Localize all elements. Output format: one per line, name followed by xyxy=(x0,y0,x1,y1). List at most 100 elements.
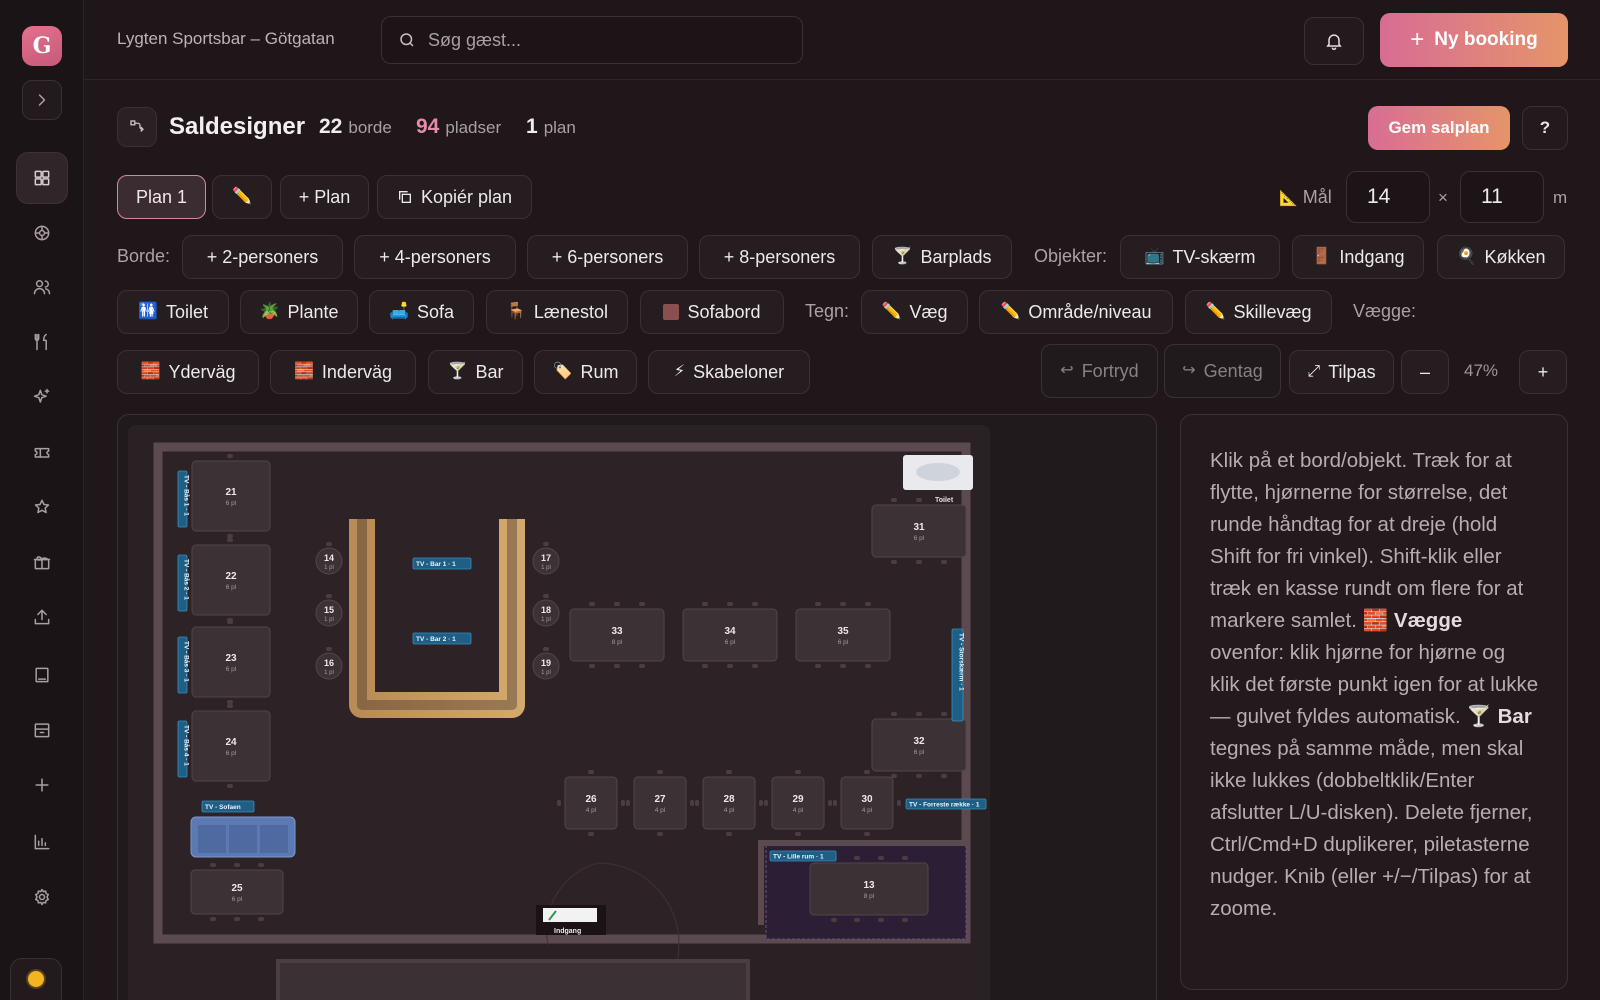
chair xyxy=(864,832,870,836)
table-34[interactable]: 34 6 pl xyxy=(682,602,778,668)
sidebar-item-reviews[interactable] xyxy=(22,487,62,527)
designer-icon-badge xyxy=(117,107,157,147)
table-seats: 1 pl xyxy=(541,670,551,676)
chair xyxy=(854,918,860,922)
zoom-out-button[interactable]: – xyxy=(1401,350,1449,394)
topbar: Lygten Sportsbar – Götgatan + Ny booking xyxy=(84,0,1600,80)
plus-icon: + xyxy=(1410,26,1425,53)
chair xyxy=(815,602,821,606)
cooking-icon: 🍳 xyxy=(1456,248,1477,265)
height-input[interactable]: 11 xyxy=(1460,171,1544,223)
tv-label: TV - Bås 1 · 1 xyxy=(183,475,191,516)
add-coffee-table-button[interactable]: Sofabord xyxy=(640,290,784,334)
sidebar-item-dashboard[interactable] xyxy=(22,213,62,253)
table-24[interactable]: 24 6 pl xyxy=(191,704,271,788)
table-13[interactable]: 13 8 pl xyxy=(809,856,929,922)
sidebar-item-export[interactable] xyxy=(22,597,62,637)
add-armchair-button[interactable]: 🪑 Lænestol xyxy=(486,290,628,334)
add-barseat-button[interactable]: 🍸 Barplads xyxy=(872,235,1012,279)
brick-icon: 🧱 xyxy=(1362,609,1394,632)
add-tv-button[interactable]: 📺 TV-skærm xyxy=(1120,235,1280,279)
entrance-object[interactable]: Indgang xyxy=(536,905,606,935)
tab-plan-1[interactable]: Plan 1 xyxy=(117,175,206,219)
add-plant-button[interactable]: 🪴 Plante xyxy=(240,290,358,334)
table-33[interactable]: 33 8 pl xyxy=(569,602,665,668)
help-walls-bold: Vægge xyxy=(1393,609,1463,632)
save-floorplan-button[interactable]: Gem salplan xyxy=(1368,106,1510,150)
tv-sofa[interactable]: TV - Sofaen xyxy=(201,800,255,813)
table-22[interactable]: 22 6 pl xyxy=(191,538,271,622)
templates-button[interactable]: ⚡ Skabeloner xyxy=(648,350,810,394)
outer-wall-button[interactable]: 🧱 Yderväg xyxy=(117,350,259,394)
route-icon xyxy=(130,120,144,132)
table-28[interactable]: 28 4 pl xyxy=(695,770,763,836)
help-button[interactable]: ? xyxy=(1522,106,1568,150)
help-bar-bold: Bar xyxy=(1497,705,1532,728)
guest-search[interactable] xyxy=(381,16,803,64)
notifications-button[interactable] xyxy=(1304,17,1364,65)
draw-divider-button[interactable]: ✏️ Skillevæg xyxy=(1185,290,1332,334)
expand-sidebar-button[interactable] xyxy=(22,80,62,120)
add-8-person-table-button[interactable]: + 8-personers xyxy=(699,235,860,279)
room-button[interactable]: 🏷️ Rum xyxy=(534,350,637,394)
sidebar-item-add[interactable] xyxy=(22,765,62,805)
redo-button[interactable]: ↪ Gentag xyxy=(1164,344,1281,398)
table-29[interactable]: 29 4 pl xyxy=(764,770,832,836)
fit-button[interactable]: ⤢ Tilpas xyxy=(1289,350,1394,394)
sidebar-item-menu[interactable] xyxy=(22,322,62,362)
tv-bar1[interactable]: TV - Bar 1 · 1 xyxy=(412,557,472,570)
sidebar: G xyxy=(0,0,84,1000)
search-input[interactable] xyxy=(428,29,768,51)
sidebar-item-settings[interactable] xyxy=(22,877,62,917)
tv-small_room[interactable]: TV - Lille rum · 1 xyxy=(769,850,837,862)
tv-front[interactable]: TV - Forreste række · 1 xyxy=(905,798,987,810)
undo-button[interactable]: ↩ Fortryd xyxy=(1041,344,1158,398)
sidebar-item-tickets[interactable] xyxy=(22,432,62,472)
table-26[interactable]: 26 4 pl xyxy=(557,770,625,836)
draw-wall-button[interactable]: ✏️ Væg xyxy=(861,290,968,334)
add-6-person-table-button[interactable]: + 6-personers xyxy=(527,235,688,279)
inner-wall-button[interactable]: 🧱 Inderväg xyxy=(270,350,416,394)
rename-plan-button[interactable]: ✏️ xyxy=(212,175,272,219)
add-4-person-table-button[interactable]: + 4-personers xyxy=(354,235,516,279)
sidebar-item-stats[interactable] xyxy=(22,822,62,862)
theme-toggle-button[interactable] xyxy=(10,958,62,1000)
zoom-in-button[interactable]: + xyxy=(1519,350,1567,394)
sofa-object[interactable] xyxy=(190,816,296,858)
table-30[interactable]: 30 4 pl xyxy=(833,770,901,836)
add-toilet-button[interactable]: 🚻 Toilet xyxy=(117,290,229,334)
sidebar-item-guests[interactable] xyxy=(22,267,62,307)
table-32[interactable]: 32 6 pl xyxy=(871,712,967,778)
copy-plan-button[interactable]: Kopiér plan xyxy=(377,175,532,219)
chair xyxy=(854,856,860,860)
add-entrance-button[interactable]: 🚪 Indgang xyxy=(1292,235,1424,279)
bar-wall-button[interactable]: 🍸 Bar xyxy=(428,350,523,394)
width-input[interactable]: 14 xyxy=(1346,171,1430,223)
add-kitchen-button[interactable]: 🍳 Køkken xyxy=(1437,235,1565,279)
sidebar-item-giftcards[interactable] xyxy=(22,542,62,582)
add-plan-button[interactable]: + Plan xyxy=(280,175,369,219)
add-sofa-button[interactable]: 🛋️ Sofa xyxy=(369,290,474,334)
table-25[interactable]: 25 6 pl xyxy=(190,863,284,921)
sidebar-item-floorplan[interactable] xyxy=(16,152,68,204)
table-31[interactable]: 31 6 pl xyxy=(871,498,967,564)
sidebar-item-notes[interactable] xyxy=(22,655,62,695)
table-21[interactable]: 21 6 pl xyxy=(191,454,271,538)
table-23[interactable]: 23 6 pl xyxy=(191,620,271,704)
draw-area-button[interactable]: ✏️ Område/niveau xyxy=(979,290,1173,334)
table-35[interactable]: 35 6 pl xyxy=(795,602,891,668)
table-27[interactable]: 27 4 pl xyxy=(626,770,694,836)
tv-big[interactable]: TV - Storskærm · 1 xyxy=(951,628,965,722)
sidebar-item-ai[interactable] xyxy=(22,377,62,417)
floorplan-svg[interactable]: 21 6 pl 22 6 pl 23 6 pl 24 6 pl 25 6 pl 14 1 pl 15 1 … xyxy=(118,415,1157,1000)
app-logo[interactable]: G xyxy=(22,26,62,66)
sidebar-item-archive[interactable] xyxy=(22,710,62,750)
table-number: 24 xyxy=(225,737,237,748)
new-booking-button[interactable]: + Ny booking xyxy=(1380,13,1568,67)
dashboard-icon xyxy=(34,225,50,241)
table-number: 30 xyxy=(861,794,873,805)
tv-bar2[interactable]: TV - Bar 2 · 1 xyxy=(412,632,472,645)
add-2-person-table-button[interactable]: + 2-personers xyxy=(182,235,343,279)
floorplan-canvas[interactable]: 21 6 pl 22 6 pl 23 6 pl 24 6 pl 25 6 pl 14 1 pl 15 1 … xyxy=(117,414,1157,1000)
chair xyxy=(227,620,233,624)
